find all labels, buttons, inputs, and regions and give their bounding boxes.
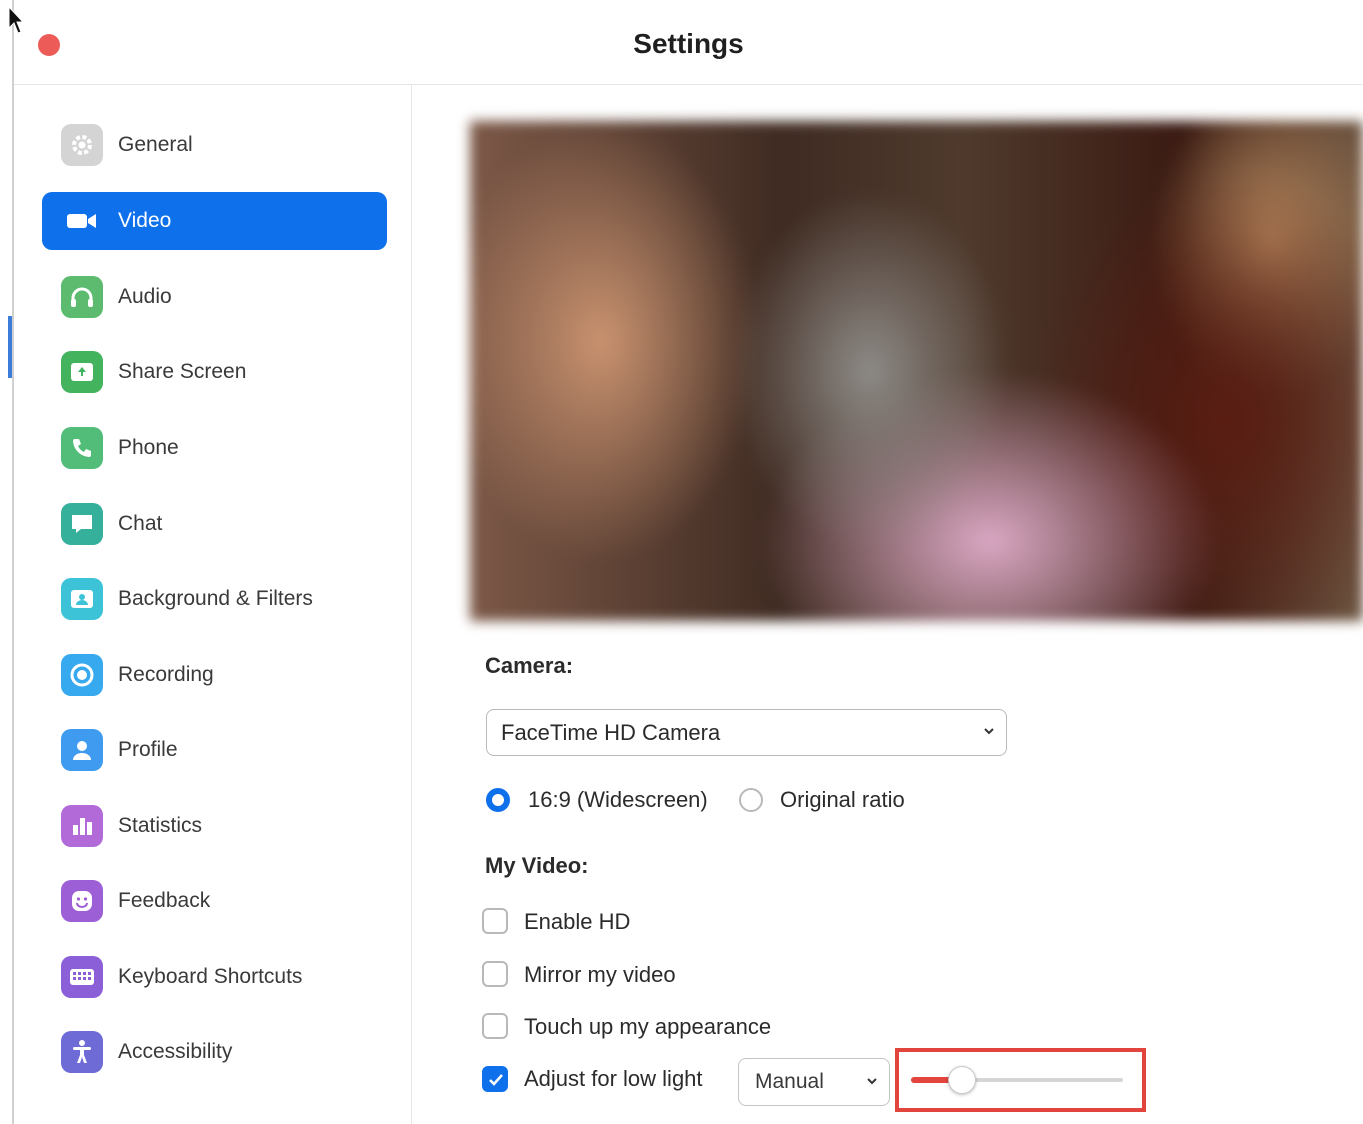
sidebar-item-label: Accessibility	[118, 1040, 233, 1063]
share-screen-icon	[61, 351, 103, 393]
profile-icon	[61, 729, 103, 771]
checkmark-icon	[489, 1074, 503, 1086]
sidebar-item-statistics[interactable]: Statistics	[42, 797, 387, 855]
sidebar-item-label: Video	[118, 209, 172, 232]
sidebar-item-audio[interactable]: Audio	[42, 268, 387, 326]
camera-select[interactable]: FaceTime HD Camera	[486, 709, 1007, 756]
low-light-mode-value: Manual	[755, 1070, 824, 1093]
sidebar-item-label: Share Screen	[118, 360, 247, 383]
touch-up-checkbox[interactable]	[482, 1013, 508, 1039]
sidebar-item-feedback[interactable]: Feedback	[42, 872, 387, 930]
mirror-video-label[interactable]: Mirror my video	[524, 962, 676, 988]
chat-bubble-icon	[61, 503, 103, 545]
sidebar-item-label: Feedback	[118, 889, 211, 912]
chevron-down-icon	[984, 728, 994, 735]
sidebar-item-chat[interactable]: Chat	[42, 495, 387, 553]
sidebar-item-label: Background & Filters	[118, 587, 313, 610]
ratio-original-label[interactable]: Original ratio	[780, 787, 905, 813]
video-camera-icon	[61, 200, 103, 242]
ratio-widescreen-label[interactable]: 16:9 (Widescreen)	[528, 787, 708, 813]
sidebar-item-keyboard-shortcuts[interactable]: Keyboard Shortcuts	[42, 948, 387, 1006]
low-light-checkbox[interactable]	[482, 1066, 508, 1092]
settings-sidebar: General Video Audio Share Screen Phone C…	[14, 85, 412, 1124]
record-icon	[61, 654, 103, 696]
chevron-down-icon	[867, 1078, 877, 1085]
sidebar-item-video[interactable]: Video	[42, 192, 387, 250]
touch-up-label[interactable]: Touch up my appearance	[524, 1014, 771, 1040]
headphones-icon	[61, 276, 103, 318]
sidebar-item-profile[interactable]: Profile	[42, 721, 387, 779]
ratio-original-radio[interactable]	[739, 788, 763, 812]
enable-hd-label[interactable]: Enable HD	[524, 909, 630, 935]
sidebar-item-accessibility[interactable]: Accessibility	[42, 1023, 387, 1081]
sidebar-item-label: Chat	[118, 512, 163, 535]
low-light-mode-select[interactable]: Manual	[738, 1058, 890, 1106]
low-light-slider[interactable]	[911, 1066, 1123, 1094]
my-video-section-label: My Video:	[485, 853, 589, 878]
sidebar-item-recording[interactable]: Recording	[42, 646, 387, 704]
edge-accent	[8, 316, 12, 378]
sidebar-item-label: Audio	[118, 285, 172, 308]
background-icon	[61, 578, 103, 620]
sidebar-item-label: General	[118, 133, 193, 156]
accessibility-icon	[61, 1031, 103, 1073]
gear-icon	[61, 124, 103, 166]
window-title: Settings	[633, 28, 744, 59]
enable-hd-checkbox[interactable]	[482, 908, 508, 934]
window-left-edge	[0, 0, 14, 1124]
sidebar-item-general[interactable]: General	[42, 116, 387, 174]
video-settings-panel: Camera: FaceTime HD Camera 16:9 (Widescr…	[412, 85, 1363, 1124]
slider-thumb[interactable]	[947, 1066, 976, 1094]
sidebar-item-background-filters[interactable]: Background & Filters	[42, 570, 387, 628]
sidebar-item-phone[interactable]: Phone	[42, 419, 387, 477]
sidebar-item-label: Profile	[118, 738, 178, 761]
camera-preview	[470, 121, 1363, 621]
phone-icon	[61, 427, 103, 469]
low-light-label[interactable]: Adjust for low light	[524, 1066, 703, 1092]
camera-select-value: FaceTime HD Camera	[501, 720, 721, 745]
keyboard-icon	[61, 956, 103, 998]
title-bar: Settings	[14, 0, 1363, 85]
sidebar-item-label: Statistics	[118, 814, 203, 837]
sidebar-item-label: Keyboard Shortcuts	[118, 965, 303, 988]
feedback-icon	[61, 880, 103, 922]
sidebar-item-label: Phone	[118, 436, 179, 459]
sidebar-item-share-screen[interactable]: Share Screen	[42, 343, 387, 401]
sidebar-item-label: Recording	[118, 663, 214, 686]
mirror-video-checkbox[interactable]	[482, 961, 508, 987]
statistics-icon	[61, 805, 103, 847]
camera-section-label: Camera:	[485, 653, 574, 678]
ratio-widescreen-radio[interactable]	[486, 788, 510, 812]
